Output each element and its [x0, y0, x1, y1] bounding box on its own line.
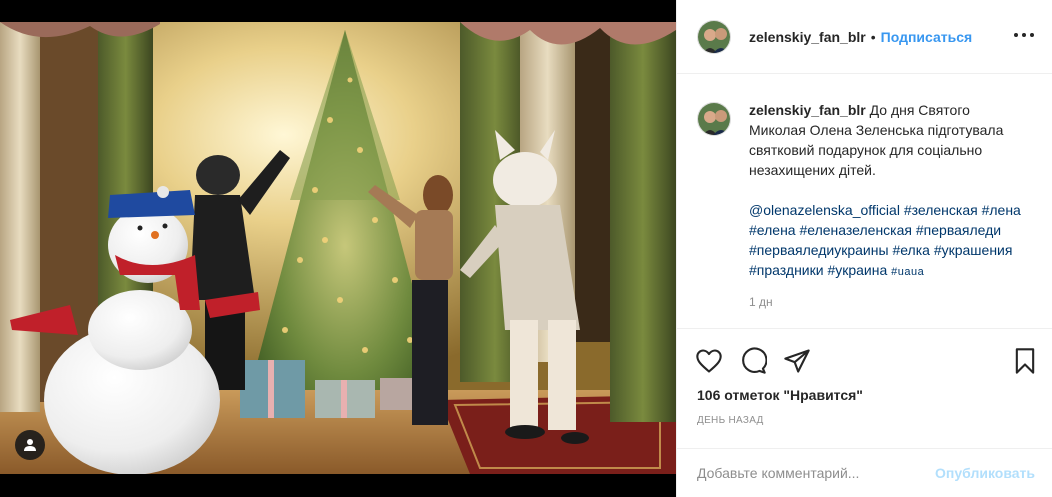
photo-illustration: [0, 0, 676, 497]
add-comment-area: Опубликовать: [677, 448, 1052, 497]
post-sidebar: zelenskiy_fan_blr • Подписаться zelenski…: [676, 0, 1052, 497]
hashtag[interactable]: #лена: [982, 202, 1021, 218]
caption-body: zelenskiy_fan_blr До дня Святого Миколая…: [749, 100, 1021, 312]
person-icon: [24, 439, 36, 451]
caption-time[interactable]: 1 дн: [749, 292, 1021, 312]
likes-count[interactable]: 106 отметок "Нравится": [697, 387, 863, 403]
like-button[interactable]: [695, 347, 723, 375]
avatar-image: [698, 20, 730, 53]
avatar[interactable]: [697, 102, 731, 136]
more-horizontal-icon: [1014, 33, 1034, 37]
tagged-users-button[interactable]: [15, 430, 45, 460]
hashtag[interactable]: #украшения: [934, 242, 1013, 258]
hashtag[interactable]: #праздники: [749, 262, 824, 278]
hashtag[interactable]: #uaua: [891, 266, 924, 278]
hashtag[interactable]: #украина: [827, 262, 887, 278]
post-header: zelenskiy_fan_blr • Подписаться: [677, 0, 1052, 74]
separator-dot: •: [870, 28, 876, 45]
hashtag[interactable]: #перваяледиукраины: [749, 242, 889, 258]
avatar-image: [698, 103, 730, 135]
avatar[interactable]: [697, 19, 731, 54]
publish-button[interactable]: Опубликовать: [935, 465, 1035, 481]
hashtag[interactable]: #еленазеленская: [799, 222, 912, 238]
caption-area: zelenskiy_fan_blr До дня Святого Миколая…: [677, 75, 1052, 327]
hashtag[interactable]: #елка: [892, 242, 930, 258]
comment-input[interactable]: [697, 465, 936, 481]
comment-bubble-icon: [742, 347, 768, 374]
save-button[interactable]: [1011, 347, 1039, 375]
hashtag[interactable]: #первая​леди: [916, 222, 1001, 238]
actions-area: 106 отметок "Нравится" ДЕНЬ НАЗАД: [677, 328, 1052, 435]
post-timestamp[interactable]: ДЕНЬ НАЗАД: [697, 415, 764, 426]
post-photo[interactable]: [0, 0, 676, 497]
hashtag[interactable]: #зеленская: [904, 202, 978, 218]
heart-icon: [696, 349, 722, 373]
hashtag[interactable]: #елена: [749, 222, 796, 238]
hashtag-list: @olenazelenska_official #зеленская #лена…: [749, 200, 1021, 282]
bookmark-icon: [1015, 348, 1035, 374]
paper-plane-icon: [784, 349, 810, 373]
caption-comment: zelenskiy_fan_blr До дня Святого Миколая…: [697, 100, 1037, 312]
post-username[interactable]: zelenskiy_fan_blr: [749, 29, 866, 45]
more-options-button[interactable]: [1013, 26, 1035, 46]
share-button[interactable]: [783, 347, 811, 375]
follow-button[interactable]: Подписаться: [881, 29, 973, 45]
hashtag[interactable]: @olenazelenska_official: [749, 202, 900, 218]
comment-button[interactable]: [739, 347, 768, 375]
caption-username[interactable]: zelenskiy_fan_blr: [749, 102, 866, 118]
